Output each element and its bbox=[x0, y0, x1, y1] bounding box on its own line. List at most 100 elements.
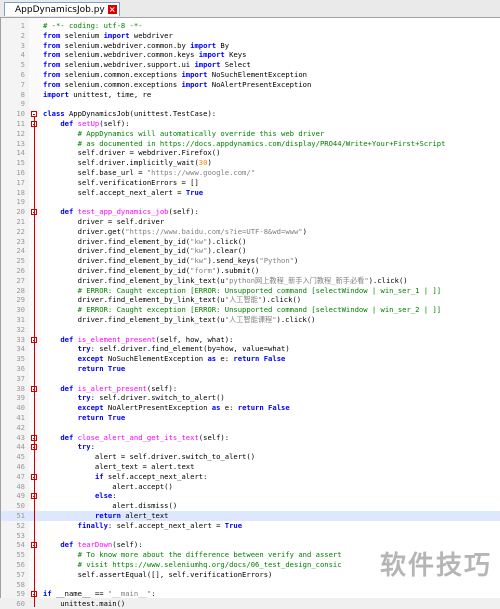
fold-guide-line bbox=[34, 440, 35, 529]
code-line[interactable]: 33 def is_element_present(self, how, wha… bbox=[1, 335, 500, 345]
code-line[interactable]: 24 driver.find_element_by_id("kw").clear… bbox=[1, 246, 500, 256]
code-line[interactable]: 10 class AppDynamicsJob(unittest.TestCase… bbox=[1, 109, 500, 119]
code-token: (self): bbox=[99, 119, 130, 128]
code-editor[interactable]: 1 # -*- coding: utf-8 -*- 2 from selenium i… bbox=[0, 18, 500, 608]
code-token: def bbox=[60, 334, 74, 344]
code-line[interactable]: 28 # ERROR: Caught exception [ERROR: Uns… bbox=[1, 286, 500, 296]
line-code: # AppDynamics will automatically overrid… bbox=[43, 128, 325, 139]
line-number: 20 bbox=[16, 207, 25, 217]
code-line[interactable]: 12 # AppDynamics will automatically over… bbox=[1, 129, 500, 139]
line-code: driver.find_element_by_link_text(u"人工智能课… bbox=[43, 315, 316, 325]
code-line[interactable]: 31 driver.find_element_by_link_text(u"人工… bbox=[1, 315, 500, 325]
code-line[interactable]: 51 return alert_text bbox=[1, 511, 500, 521]
code-token: ) bbox=[294, 256, 299, 266]
code-line[interactable]: 53 bbox=[1, 531, 500, 541]
code-line[interactable]: 38 def is_alert_present(self): bbox=[1, 384, 500, 394]
code-line[interactable]: 9 bbox=[1, 99, 500, 109]
file-tab[interactable]: AppDynamicsJob.py × bbox=[4, 2, 120, 16]
code-line[interactable]: 43 def close_alert_and_get_its_text(self… bbox=[1, 433, 500, 443]
code-line[interactable]: 18 self.accept_next_alert = True bbox=[1, 188, 500, 198]
code-line[interactable]: 16 self.base_url = "https://www.google.c… bbox=[1, 168, 500, 178]
code-token: try bbox=[77, 393, 91, 403]
code-line[interactable]: 49 else: bbox=[1, 491, 500, 501]
code-line[interactable]: 21 driver = self.driver bbox=[1, 217, 500, 227]
code-line[interactable]: 36 return True bbox=[1, 364, 500, 374]
code-line[interactable]: 1 # -*- coding: utf-8 -*- bbox=[1, 21, 500, 31]
code-line[interactable]: 4 from selenium.webdriver.common.keys imp… bbox=[1, 50, 500, 60]
code-line[interactable]: 20 def test_app_dynamics_job(self): bbox=[1, 207, 500, 217]
line-code: self.driver = webdriver.Firefox() bbox=[43, 148, 221, 158]
code-token: selenium.common.exceptions bbox=[60, 79, 182, 89]
code-line[interactable]: 6 from selenium.common.exceptions import … bbox=[1, 70, 500, 80]
code-line[interactable]: 42 bbox=[1, 423, 500, 433]
code-line[interactable]: 30 # ERROR: Caught exception [ERROR: Uns… bbox=[1, 305, 500, 315]
code-token: setUp bbox=[77, 119, 100, 128]
code-line[interactable]: 44 try: bbox=[1, 442, 500, 452]
line-number: 53 bbox=[16, 530, 25, 540]
code-line[interactable]: 7 from selenium.common.exceptions import … bbox=[1, 80, 500, 90]
code-line[interactable]: 2 from selenium import webdriver bbox=[1, 31, 500, 41]
code-line[interactable]: 41 return True bbox=[1, 413, 500, 423]
code-line[interactable]: 39 try: self.driver.switch_to_alert() bbox=[1, 393, 500, 403]
code-line[interactable]: 48 alert.accept() bbox=[1, 482, 500, 492]
code-line[interactable]: 14 self.driver = webdriver.Firefox() bbox=[1, 148, 500, 158]
line-number: 15 bbox=[16, 158, 25, 168]
code-line[interactable]: 17 self.verificationErrors = [] bbox=[1, 178, 500, 188]
line-code: def tearDown(self): bbox=[43, 540, 142, 550]
line-number: 28 bbox=[16, 285, 25, 295]
code-token: class bbox=[43, 109, 65, 119]
line-number: 46 bbox=[16, 462, 25, 471]
code-token: return bbox=[237, 403, 264, 413]
code-line[interactable]: 60 unittest.main() bbox=[1, 599, 500, 609]
code-token: (self, how, what): bbox=[155, 334, 234, 344]
watermark: 软件技巧 bbox=[379, 551, 492, 581]
code-token: self.base_url = bbox=[43, 168, 147, 177]
code-line[interactable]: 15 self.driver.implicitly_wait(30) bbox=[1, 158, 500, 168]
code-token: : bbox=[90, 442, 95, 452]
code-line[interactable]: 13 # as documented in https://docs.appdy… bbox=[1, 139, 500, 149]
code-token: self.accept_next_alert: bbox=[103, 471, 208, 481]
code-line[interactable]: 45 alert = self.driver.switch_to_alert() bbox=[1, 452, 500, 462]
code-line[interactable]: 29 driver.find_element_by_link_text(u"人工… bbox=[1, 295, 500, 305]
code-line[interactable]: 19 bbox=[1, 197, 500, 207]
code-token: return bbox=[233, 354, 260, 364]
code-line[interactable]: 25 driver.find_element_by_id("kw").send_… bbox=[1, 256, 500, 266]
code-token: import bbox=[194, 60, 221, 70]
code-line[interactable]: 3 from selenium.webdriver.common.by impor… bbox=[1, 41, 500, 51]
line-code: except NoAlertPresentException as e: ret… bbox=[43, 403, 290, 413]
code-line[interactable]: 23 driver.find_element_by_id("kw").click… bbox=[1, 237, 500, 247]
code-line[interactable]: 37 bbox=[1, 374, 500, 384]
line-number: 54 bbox=[16, 540, 25, 550]
code-token: # ERROR: Caught exception [ERROR: Unsupp… bbox=[77, 305, 442, 315]
code-line[interactable]: 5 from selenium.webdriver.support.ui impo… bbox=[1, 60, 500, 70]
line-number: 35 bbox=[16, 354, 25, 364]
code-token: ).send_keys( bbox=[207, 256, 260, 266]
code-line[interactable]: 32 bbox=[1, 325, 500, 335]
code-line[interactable]: 11 def setUp(self): bbox=[1, 119, 500, 129]
code-token: is_alert_present bbox=[77, 383, 147, 393]
code-token: ).click() bbox=[207, 236, 247, 246]
code-line[interactable]: 8 import unittest, time, re bbox=[1, 90, 500, 100]
code-line[interactable]: 50 alert.dismiss() bbox=[1, 501, 500, 511]
code-line[interactable]: 22 driver.get("https://www.baidu.com/s?i… bbox=[1, 227, 500, 237]
close-tab-icon[interactable]: × bbox=[107, 5, 117, 14]
code-token: ).click() bbox=[262, 295, 302, 305]
code-token: driver.find_element_by_link_text(u bbox=[43, 275, 225, 285]
code-line[interactable]: 47 if self.accept_next_alert: bbox=[1, 472, 500, 482]
line-code: # ERROR: Caught exception [ERROR: Unsupp… bbox=[43, 305, 442, 315]
code-line[interactable]: 52 finally: self.accept_next_alert = Tru… bbox=[1, 521, 500, 531]
code-line[interactable]: 46 alert_text = alert.text bbox=[1, 462, 500, 472]
code-token: False bbox=[263, 354, 286, 364]
fold-guide-line bbox=[34, 215, 35, 323]
code-line[interactable]: 27 driver.find_element_by_link_text(u"py… bbox=[1, 276, 500, 286]
code-token: driver = self.driver bbox=[43, 217, 165, 226]
line-number: 52 bbox=[16, 520, 25, 530]
code-line[interactable]: 26 driver.find_element_by_id("form").sub… bbox=[1, 266, 500, 276]
code-line[interactable]: 34 try: self.driver.find_element(by=how,… bbox=[1, 344, 500, 354]
code-token: # AppDynamics will automatically overrid… bbox=[77, 128, 325, 138]
code-line[interactable]: 35 except NoSuchElementException as e: r… bbox=[1, 354, 500, 364]
code-line[interactable]: 40 except NoAlertPresentException as e: … bbox=[1, 403, 500, 413]
